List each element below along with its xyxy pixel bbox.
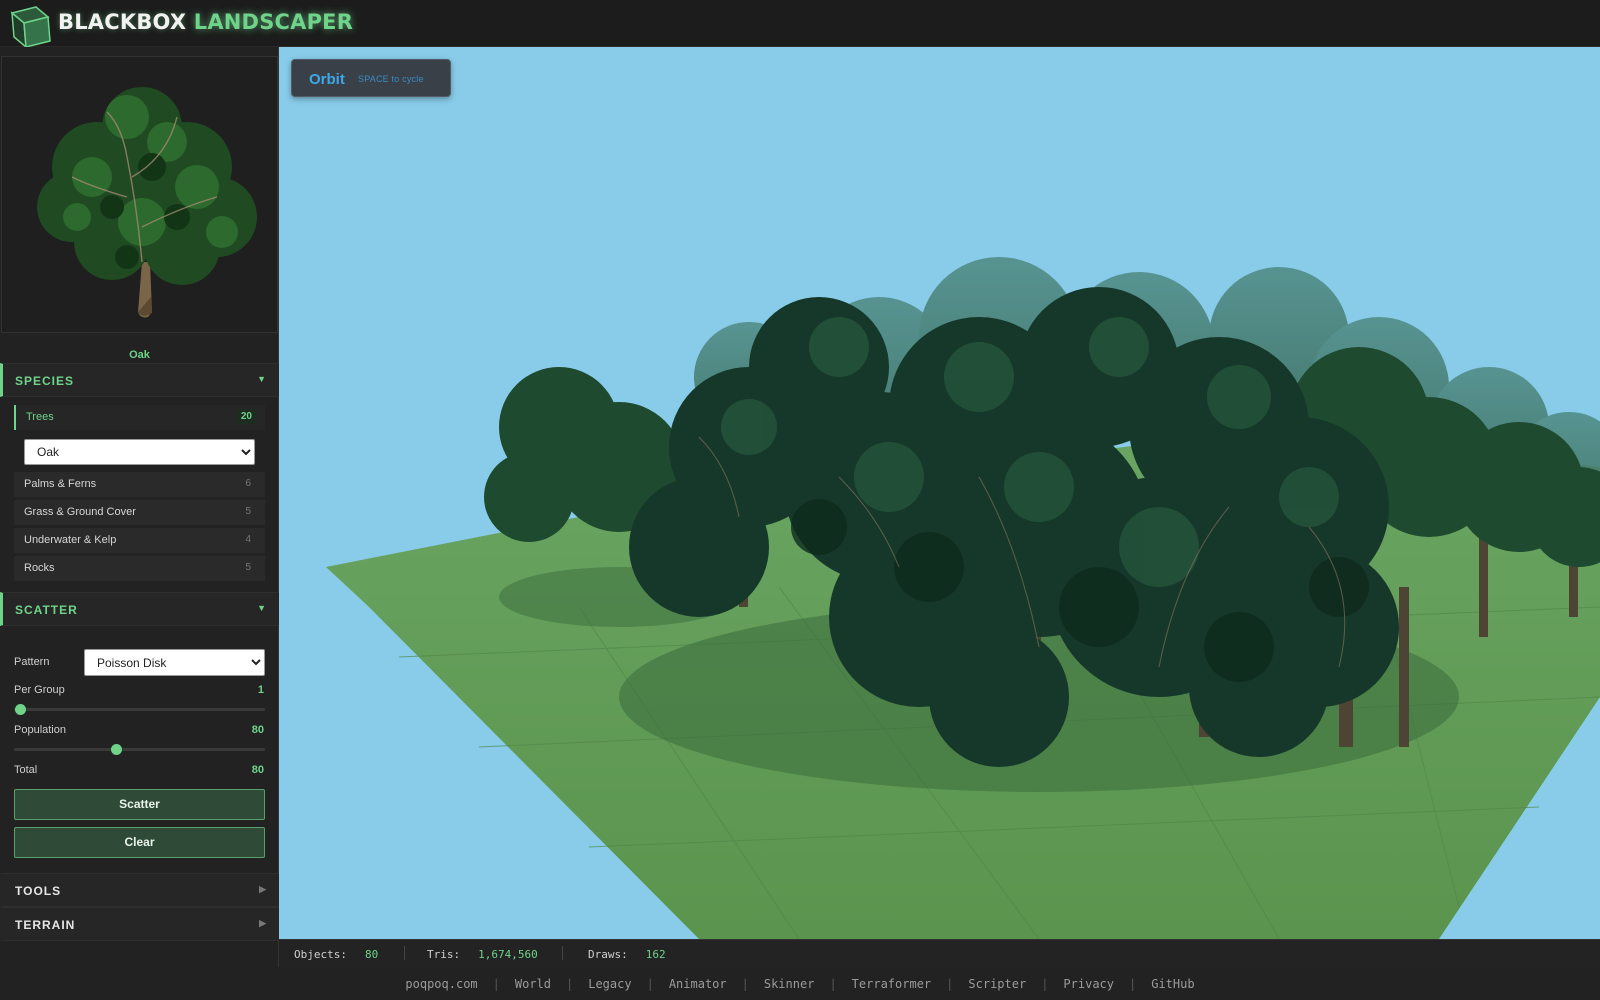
population-slider-thumb[interactable] xyxy=(111,744,122,755)
chevron-down-icon: ▼ xyxy=(257,603,267,613)
species-section-header[interactable]: SPECIES ▼ xyxy=(0,363,279,397)
logo-word-landscaper: LANDSCAPER xyxy=(193,10,354,34)
total-value: 80 xyxy=(251,764,264,776)
footer-separator: | xyxy=(1041,977,1049,991)
scatter-button[interactable]: Scatter xyxy=(14,789,265,820)
category-label: Palms & Ferns xyxy=(24,478,97,490)
terrain-section-title: TERRAIN xyxy=(15,918,76,932)
footer-separator: | xyxy=(741,977,749,991)
oak-tree-preview-icon xyxy=(37,87,257,318)
forest-scene[interactable] xyxy=(279,47,1600,939)
footer-link-legacy[interactable]: Legacy xyxy=(588,977,631,991)
stat-objects-label: Objects: xyxy=(294,948,347,961)
footer-link-github[interactable]: GitHub xyxy=(1151,977,1194,991)
population-value: 80 xyxy=(251,724,264,736)
species-section-title: SPECIES xyxy=(15,374,75,388)
preview-species-name: Oak xyxy=(129,349,150,361)
footer-link-skinner[interactable]: Skinner xyxy=(764,977,815,991)
camera-mode-toggle[interactable]: Orbit SPACE to cycle xyxy=(291,59,451,97)
tree-species-select[interactable]: Oak xyxy=(24,439,255,465)
app-header: BLACKBOX LANDSCAPER xyxy=(0,0,1600,47)
per-group-label: Per Group xyxy=(14,684,65,696)
per-group-slider[interactable] xyxy=(14,704,265,715)
scatter-section-title: SCATTER xyxy=(15,603,78,617)
footer-separator: | xyxy=(566,977,574,991)
footer-separator: | xyxy=(646,977,654,991)
chevron-right-icon: ▶ xyxy=(259,918,267,928)
category-trees[interactable]: Trees 20 xyxy=(14,405,265,430)
chevron-down-icon: ▼ xyxy=(257,374,267,384)
category-palms-ferns[interactable]: Palms & Ferns 6 xyxy=(14,472,265,497)
category-rocks[interactable]: Rocks 5 xyxy=(14,556,265,581)
chevron-right-icon: ▶ xyxy=(259,884,267,894)
category-label: Grass & Ground Cover xyxy=(24,506,136,518)
category-grass-ground-cover[interactable]: Grass & Ground Cover 5 xyxy=(14,500,265,525)
footer-link-animator[interactable]: Animator xyxy=(669,977,727,991)
stat-draws-value: 162 xyxy=(645,948,666,961)
footer-link-world[interactable]: World xyxy=(515,977,551,991)
footer-separator: | xyxy=(1129,977,1137,991)
pattern-select[interactable]: Poisson Disk xyxy=(84,649,265,676)
clear-button[interactable]: Clear xyxy=(14,827,265,858)
category-count: 5 xyxy=(245,506,251,517)
category-label: Underwater & Kelp xyxy=(24,534,117,546)
category-underwater-kelp[interactable]: Underwater & Kelp 4 xyxy=(14,528,265,553)
render-stats-bar: Objects: 80 Tris: 1,674,560 Draws: 162 xyxy=(279,939,1600,967)
footer-separator: | xyxy=(946,977,954,991)
footer: poqpoq.com | World | Legacy | Animator | Skinner… xyxy=(0,967,1600,1000)
footer-link-privacy[interactable]: Privacy xyxy=(1063,977,1114,991)
footer-link-terraformer[interactable]: Terraformer xyxy=(852,977,931,991)
category-label: Trees xyxy=(26,411,54,423)
cube-logo-icon xyxy=(10,6,51,47)
stat-divider xyxy=(404,946,405,960)
terrain-section-header[interactable]: TERRAIN ▶ xyxy=(0,907,279,941)
scatter-section-header[interactable]: SCATTER ▼ xyxy=(0,592,279,626)
camera-mode-hint: SPACE to cycle xyxy=(358,74,424,84)
logo-word-blackbox: BLACKBOX xyxy=(58,10,187,34)
stat-tris-value: 1,674,560 xyxy=(478,948,538,961)
stat-tris: Tris: 1,674,560 xyxy=(427,948,538,961)
population-slider[interactable] xyxy=(14,744,265,755)
population-label: Population xyxy=(14,724,66,736)
total-label: Total xyxy=(14,764,38,776)
stat-tris-label: Tris: xyxy=(427,948,461,961)
stat-divider xyxy=(562,946,563,960)
stat-objects-value: 80 xyxy=(364,948,379,961)
sidebar: Oak SPECIES ▼ Trees 20 Oak Palms & Ferns… xyxy=(0,47,279,967)
footer-link-scripter[interactable]: Scripter xyxy=(968,977,1026,991)
tools-section-header[interactable]: TOOLS ▶ xyxy=(0,873,279,907)
category-label: Rocks xyxy=(24,562,55,574)
stat-draws-label: Draws: xyxy=(588,948,628,961)
footer-link-poqpoq[interactable]: poqpoq.com xyxy=(405,977,477,991)
app-logo[interactable]: BLACKBOX LANDSCAPER xyxy=(58,10,353,34)
footer-separator: | xyxy=(829,977,837,991)
per-group-value: 1 xyxy=(257,684,264,696)
per-group-slider-thumb[interactable] xyxy=(15,704,26,715)
footer-separator: | xyxy=(492,977,500,991)
footer-links: poqpoq.com | World | Legacy | Animator | Skinner… xyxy=(0,977,1600,991)
species-preview xyxy=(1,56,278,333)
category-count: 5 xyxy=(245,562,251,573)
category-count-badge: 20 xyxy=(235,409,257,424)
stat-draws: Draws: 162 xyxy=(588,948,666,961)
category-count: 6 xyxy=(245,478,251,489)
stat-objects: Objects: 80 xyxy=(294,948,378,961)
category-count: 4 xyxy=(245,534,251,545)
pattern-label: Pattern xyxy=(14,656,50,668)
camera-mode-label: Orbit xyxy=(309,71,345,88)
3d-viewport[interactable]: Orbit SPACE to cycle xyxy=(279,47,1600,939)
tools-section-title: TOOLS xyxy=(15,884,62,898)
